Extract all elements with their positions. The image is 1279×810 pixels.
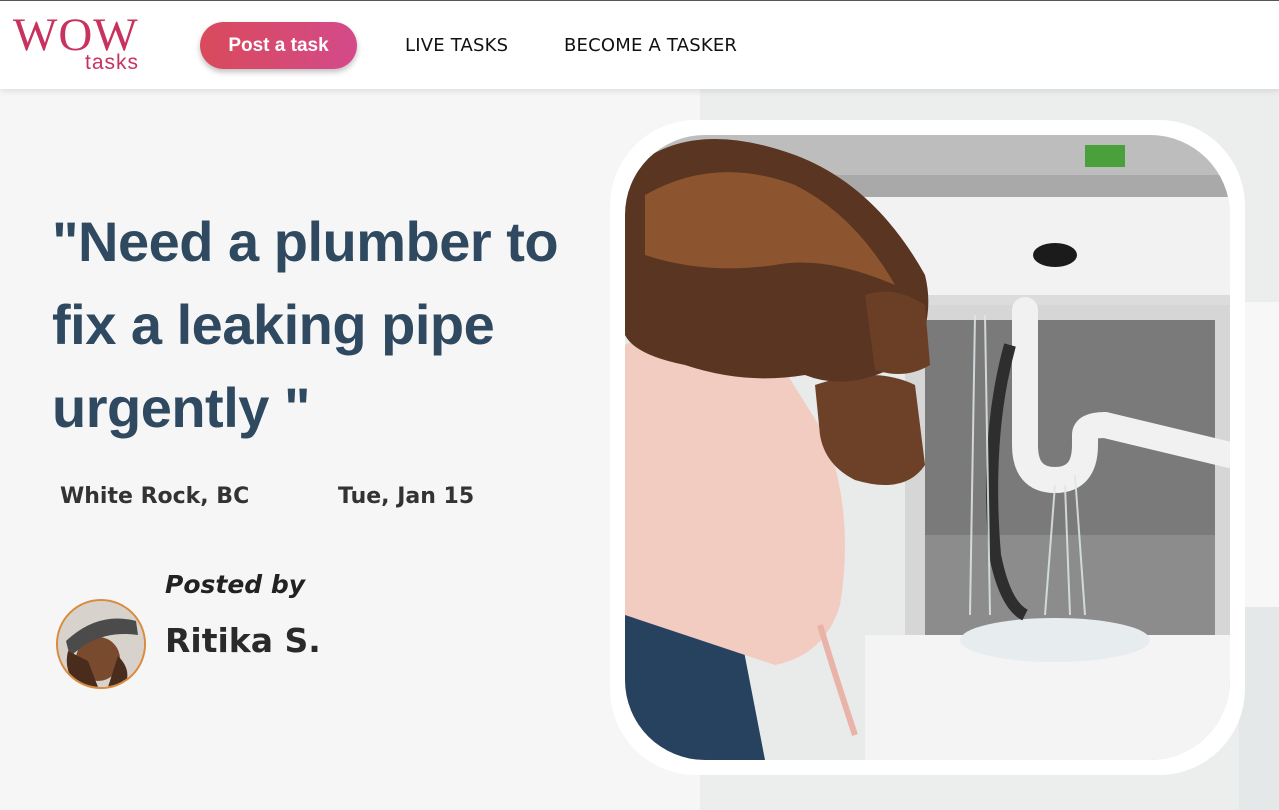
nav-live-tasks[interactable]: LIVE TASKS [405,35,508,56]
hero-photo [625,135,1230,760]
navbar: WOW tasks Post a task LIVE TASKS BECOME … [0,0,1279,89]
task-title: "Need a plumber to fix a leaking pipe ur… [52,210,559,439]
posted-by-label: Posted by [165,570,306,599]
hero-side-strip [1239,302,1279,607]
post-a-task-button[interactable]: Post a task [200,22,357,69]
task-date: Tue, Jan 15 [338,484,475,509]
task-location: White Rock, BC [60,484,250,509]
wow-tasks-logo[interactable]: WOW tasks [13,9,158,79]
poster-name[interactable]: Ritika S. [165,621,321,660]
nav-become-a-tasker[interactable]: BECOME A TASKER [564,35,737,56]
woman-under-leaking-sink-photo [625,135,1230,760]
user-avatar-photo [58,601,144,687]
logo-tasks-text: tasks [85,51,140,74]
hero-side-strip-lower [1239,607,1279,810]
user-avatar [56,599,146,689]
